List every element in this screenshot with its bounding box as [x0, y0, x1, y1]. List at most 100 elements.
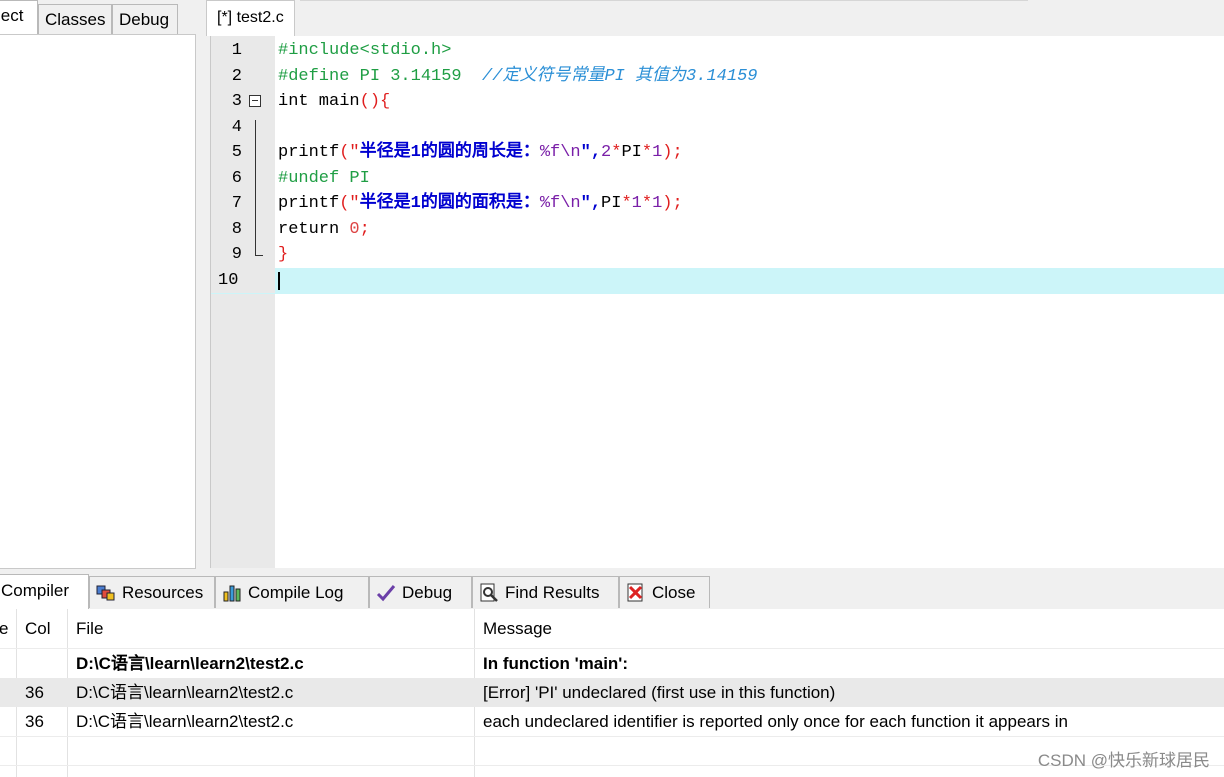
operator: *	[641, 143, 653, 162]
watermark-text: CSDN @快乐新球居民	[1037, 751, 1210, 770]
tab-project[interactable]: ject	[0, 0, 38, 35]
tab-debug-left-label: Debug	[119, 10, 170, 29]
code-text: printf("半径是1的圆的面积是：%f\n",PI*1*1);	[278, 191, 683, 216]
punct: ;	[359, 219, 370, 239]
tab-compile-log-label: Compile Log	[248, 583, 344, 602]
punct: ("	[339, 143, 360, 162]
preprocessor-define: #define PI 3.14159	[278, 66, 462, 86]
line-number: 7	[231, 194, 242, 213]
number: 1	[652, 143, 663, 162]
keyword: return	[278, 219, 350, 239]
check-icon	[376, 582, 396, 602]
brace: (){	[359, 92, 391, 111]
code-line-9: 9 }	[211, 242, 1224, 268]
code-text: printf("半径是1的圆的周长是：%f\n",2*PI*1);	[278, 140, 683, 165]
table-row[interactable]: 36 D:\C语言\learn\learn2\test2.c each unde…	[0, 707, 1224, 736]
identifier: PI	[601, 194, 622, 213]
format-spec: %f\n	[539, 194, 581, 213]
editor-tab-label: [*] test2.c	[217, 9, 284, 26]
tab-debug-left[interactable]: Debug	[112, 4, 178, 34]
cell-message: In function 'main':	[483, 654, 629, 673]
tab-find-results[interactable]: Find Results	[472, 576, 619, 608]
number: 1	[652, 194, 663, 213]
project-tree[interactable]	[0, 34, 196, 569]
bottom-tab-bar: Compiler Resources Compile Log Debug Fin…	[0, 572, 1224, 609]
column-header-col[interactable]: Col	[25, 619, 51, 639]
tab-classes[interactable]: Classes	[38, 4, 112, 34]
string-literal: 半径是1的圆的面积是：	[359, 194, 540, 213]
tabstrip-divider	[300, 0, 1028, 1]
table-row-selected[interactable]: 36 D:\C语言\learn\learn2\test2.c [Error] '…	[0, 678, 1224, 707]
code-line-4: 4	[211, 115, 1224, 141]
line-number: 6	[231, 168, 242, 188]
text-caret	[278, 272, 280, 290]
project-panel: ject Classes Debug	[0, 0, 205, 571]
cell-col: 36	[25, 683, 44, 702]
fold-guide-line	[255, 120, 256, 255]
tab-resources-label: Resources	[122, 583, 204, 602]
tab-close[interactable]: Close	[619, 576, 710, 608]
table-row[interactable]: D:\C语言\learn\learn2\test2.c In function …	[0, 649, 1224, 678]
cell-col: 36	[25, 712, 44, 731]
code-text: #define PI 3.14159 //定义符号常量PI 其值为3.14159	[278, 64, 757, 89]
fold-collapse-icon[interactable]	[249, 95, 261, 107]
tab-compiler-label: Compiler	[1, 581, 70, 600]
tab-resources[interactable]: Resources	[89, 576, 215, 608]
column-header-line[interactable]: e	[0, 619, 8, 639]
punct: );	[662, 194, 683, 213]
cell-message: [Error] 'PI' undeclared (first use in th…	[483, 683, 836, 702]
code-text: return 0;	[278, 217, 370, 242]
punct: ",	[580, 143, 602, 162]
tab-find-results-label: Find Results	[505, 583, 600, 602]
punct: ("	[339, 194, 360, 213]
line-number: 5	[231, 143, 242, 162]
line-number: 9	[231, 245, 242, 264]
code-line-6: 6 #undef PI	[211, 166, 1224, 192]
line-number: 2	[231, 66, 242, 86]
operator: *	[611, 143, 622, 162]
code-comment: //定义符号常量PI 其值为3.14159	[482, 66, 758, 86]
number: 0	[349, 219, 360, 239]
tab-debug[interactable]: Debug	[369, 576, 472, 608]
line-number: 1	[231, 41, 242, 60]
punct: );	[662, 143, 683, 162]
code-line-3: 3 int main(){	[211, 89, 1224, 115]
find-icon	[479, 582, 499, 602]
tab-project-label: ject	[0, 6, 24, 25]
close-icon	[626, 582, 646, 602]
code-text: #undef PI	[278, 168, 370, 188]
resources-icon	[96, 582, 116, 602]
code-line-8: 8 return 0;	[211, 217, 1224, 243]
code-line-2: 2 #define PI 3.14159 //定义符号常量PI 其值为3.141…	[211, 64, 1224, 90]
code-editor[interactable]: 1 #include<stdio.h> 2 #define PI 3.14159…	[210, 36, 1224, 568]
operator: *	[621, 194, 632, 213]
operator: *	[641, 194, 653, 213]
code-line-1: 1 #include<stdio.h>	[211, 38, 1224, 64]
code-line-7: 7 printf("半径是1的圆的面积是：%f\n",PI*1*1);	[211, 191, 1224, 217]
line-number: 10	[211, 268, 275, 293]
punct: ",	[580, 194, 602, 213]
tab-compile-log[interactable]: Compile Log	[215, 576, 369, 608]
line-number: 4	[231, 117, 242, 137]
column-header-message[interactable]: Message	[483, 619, 552, 639]
identifier: PI	[621, 143, 642, 162]
code-text: #include<stdio.h>	[278, 41, 452, 60]
column-header-file[interactable]: File	[76, 619, 103, 639]
tab-compiler[interactable]: Compiler	[0, 574, 89, 609]
code-line-5: 5 printf("半径是1的圆的周长是：%f\n",2*PI*1);	[211, 140, 1224, 166]
code-text: int main(){	[278, 89, 390, 114]
cell-file: D:\C语言\learn\learn2\test2.c	[76, 712, 294, 731]
cell-file: D:\C语言\learn\learn2\test2.c	[76, 654, 304, 673]
fold-guide-end	[255, 255, 263, 256]
code-text: }	[278, 245, 289, 264]
left-tab-bar: ject Classes Debug	[0, 0, 205, 35]
number: 2	[601, 143, 612, 162]
chart-icon	[222, 582, 242, 602]
function-name: printf	[278, 194, 340, 213]
format-spec: %f\n	[539, 143, 581, 162]
editor-tab-test2[interactable]: [*] test2.c	[206, 0, 295, 36]
cell-message: each undeclared identifier is reported o…	[483, 712, 1068, 731]
number: 1	[631, 194, 642, 213]
row-divider	[0, 736, 1224, 737]
line-number: 8	[231, 219, 242, 239]
